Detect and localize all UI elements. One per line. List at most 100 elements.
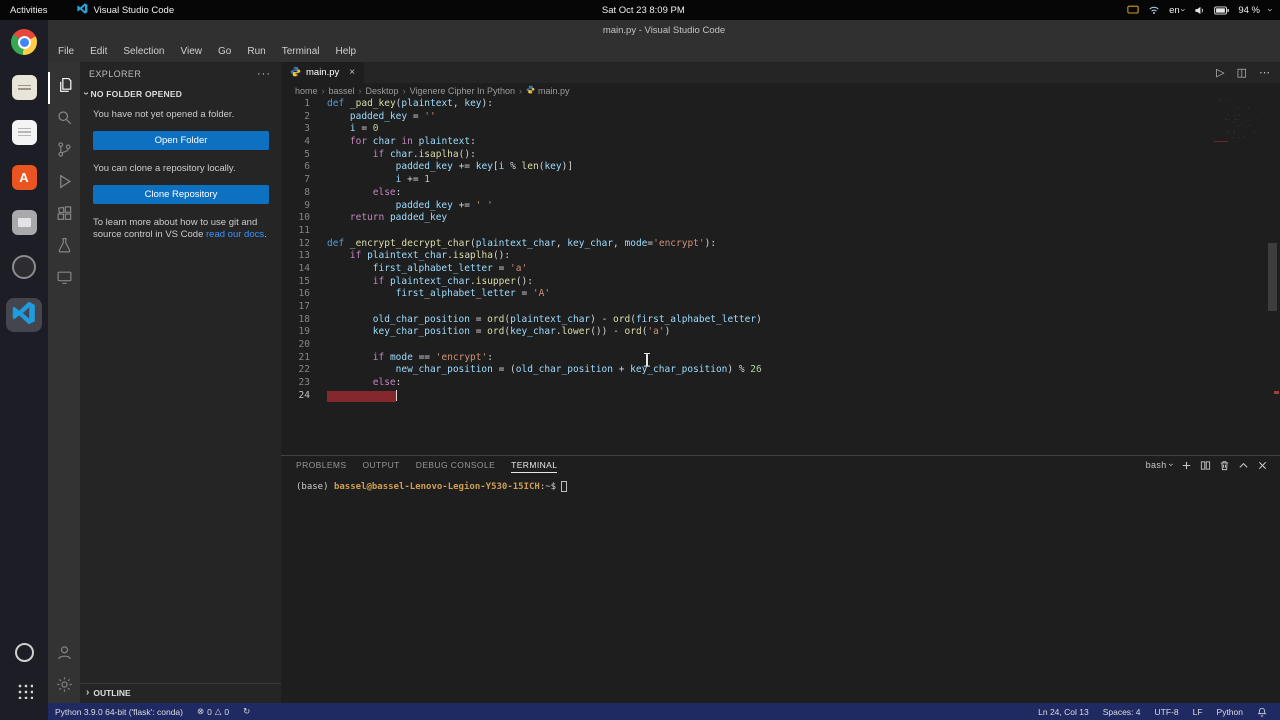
encoding-indicator[interactable]: UTF-8 [1148,707,1186,717]
menu-terminal[interactable]: Terminal [274,40,328,62]
line-number[interactable]: 10 [281,212,310,225]
line-number[interactable]: 12 [281,238,310,251]
code-line[interactable]: 17 [281,301,1280,314]
breadcrumb-home[interactable]: home [295,86,318,96]
code-line[interactable]: 1 def _pad_key(plaintext, key): [281,98,1280,111]
close-icon[interactable]: × [349,67,355,78]
maximize-panel-icon[interactable] [1238,460,1249,471]
menu-run[interactable]: Run [239,40,273,62]
section-no-folder-opened[interactable]: › NO FOLDER OPENED [80,86,281,101]
screen-share-icon[interactable] [1127,5,1139,15]
focused-app-menu[interactable]: Visual Studio Code [77,3,174,17]
breadcrumb-bassel[interactable]: bassel [329,86,355,96]
code-line[interactable]: 16 first_alphabet_letter = 'A' [281,288,1280,301]
menu-go[interactable]: Go [210,40,239,62]
line-number[interactable]: 18 [281,314,310,327]
dock-item-vscode[interactable] [6,298,42,332]
line-number[interactable]: 23 [281,377,310,390]
code-editor[interactable]: 1 def _pad_key(plaintext, key): 2 padded_k… [281,98,1280,455]
dock-item-text-editor[interactable] [9,118,39,146]
activity-remote-explorer[interactable] [48,264,80,296]
kill-terminal-trash-icon[interactable] [1219,460,1230,471]
notifications-bell-icon[interactable] [1250,707,1274,717]
code-line[interactable]: 10 return padded_key [281,212,1280,225]
line-number[interactable]: 19 [281,326,310,339]
code-line[interactable]: 19 key_char_position = ord(key_char.lowe… [281,326,1280,339]
dock-item-files[interactable] [9,73,39,101]
run-file-button[interactable]: ▷ [1216,66,1224,79]
tab-terminal[interactable]: TERMINAL [511,458,558,473]
dock-item-round-app[interactable] [9,638,39,666]
read-docs-link[interactable]: read our docs [206,229,264,240]
line-number[interactable]: 20 [281,339,310,352]
line-number[interactable]: 3 [281,123,310,136]
eol-indicator[interactable]: LF [1186,707,1210,717]
line-number[interactable]: 6 [281,161,310,174]
code-line[interactable]: 5 if char.isaplha(): [281,149,1280,162]
dock-item-grey-app[interactable] [9,208,39,236]
line-number[interactable]: 11 [281,225,310,238]
more-actions-icon[interactable]: ··· [257,68,271,80]
menu-selection[interactable]: Selection [115,40,172,62]
dock-item-ubuntu-software[interactable]: A [9,163,39,191]
code-line[interactable]: 23 else: [281,377,1280,390]
code-line[interactable]: 12 def _encrypt_decrypt_char(plaintext_ch… [281,238,1280,251]
tab-main-py[interactable]: main.py × [281,62,365,83]
battery-icon[interactable] [1214,5,1230,15]
tab-problems[interactable]: PROBLEMS [296,458,346,473]
breadcrumb-file[interactable]: main.py [526,85,569,96]
code-line[interactable]: 18 old_char_position = ord(plaintext_cha… [281,314,1280,327]
line-number[interactable]: 16 [281,288,310,301]
activity-run-debug[interactable] [48,168,80,200]
show-applications-button[interactable] [9,676,39,704]
dock-item-chrome[interactable] [9,28,39,56]
sync-icon[interactable]: ↻ [236,703,257,720]
activity-search[interactable] [48,104,80,136]
python-interpreter-selector[interactable]: Python 3.9.0 64-bit ('flask': conda) [48,703,190,720]
account-button[interactable] [48,639,80,671]
code-line[interactable]: 13 if plaintext_char.isaplha(): [281,250,1280,263]
close-panel-icon[interactable] [1257,460,1268,471]
code-line[interactable]: 3 i = 0 [281,123,1280,136]
line-number[interactable]: 15 [281,276,310,289]
line-number[interactable]: 7 [281,174,310,187]
code-line[interactable]: 21 if mode == 'encrypt': [281,352,1280,365]
activity-testing[interactable] [48,232,80,264]
clone-repository-button[interactable]: Clone Repository [93,184,269,204]
tab-output[interactable]: OUTPUT [362,458,399,473]
activity-source-control[interactable] [48,136,80,168]
problems-indicator[interactable]: ⊗ 0 △ 0 [190,703,236,720]
menu-file[interactable]: File [50,40,82,62]
system-menu-chevron-icon[interactable]: › [1266,9,1276,12]
line-number[interactable]: 17 [281,301,310,314]
network-icon[interactable] [1148,5,1160,15]
breadcrumb-folder[interactable]: Vigenere Cipher In Python [410,86,515,96]
split-terminal-icon[interactable] [1200,460,1211,471]
dock-item-dark-circle-app[interactable] [9,253,39,281]
line-number[interactable]: 8 [281,187,310,200]
code-line[interactable]: 7 i += 1 [281,174,1280,187]
outline-section-header[interactable]: › OUTLINE [80,683,281,701]
line-number[interactable]: 4 [281,136,310,149]
line-number[interactable]: 22 [281,364,310,377]
activity-explorer[interactable] [48,72,80,104]
keyboard-layout-indicator[interactable]: en › [1169,5,1189,16]
line-number[interactable]: 14 [281,263,310,276]
line-number[interactable]: 9 [281,200,310,213]
line-number[interactable]: 13 [281,250,310,263]
split-editor-icon[interactable]: ◫ [1237,66,1247,79]
code-line[interactable]: 11 [281,225,1280,238]
clock[interactable]: Sat Oct 23 8:09 PM [602,0,685,20]
settings-button[interactable] [48,671,80,703]
menu-help[interactable]: Help [328,40,365,62]
line-number[interactable]: 1 [281,98,310,111]
indentation-indicator[interactable]: Spaces: 4 [1096,707,1148,717]
line-number[interactable]: 5 [281,149,310,162]
code-line[interactable]: 9 padded_key += ' ' [281,200,1280,213]
code-line[interactable]: 15 if plaintext_char.isupper(): [281,276,1280,289]
terminal[interactable]: (base) bassel@bassel-Lenovo-Legion-Y530-… [281,474,1280,492]
code-line[interactable]: 20 [281,339,1280,352]
open-folder-button[interactable]: Open Folder [93,130,269,150]
code-line[interactable]: 8 else: [281,187,1280,200]
breadcrumb-desktop[interactable]: Desktop [366,86,399,96]
